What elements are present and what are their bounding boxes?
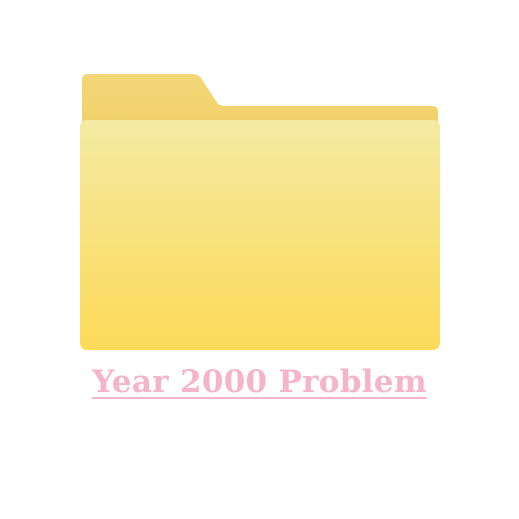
desktop-folder-item[interactable]: Year 2000 Problem (0, 0, 519, 519)
folder-icon[interactable] (80, 72, 440, 352)
folder-front-panel (80, 120, 440, 350)
folder-name-label[interactable]: Year 2000 Problem (0, 362, 519, 402)
